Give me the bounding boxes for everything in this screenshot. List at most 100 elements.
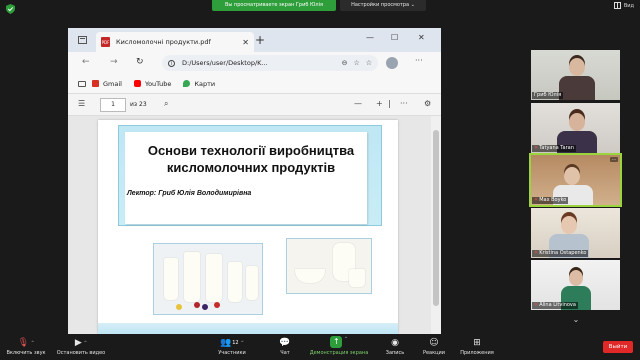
- minimize-icon[interactable]: —: [366, 33, 374, 42]
- tile-options-icon[interactable]: ···: [610, 157, 618, 162]
- leave-meeting-button[interactable]: Выйти: [603, 341, 633, 353]
- info-icon[interactable]: i: [168, 59, 175, 67]
- participant-tile[interactable]: ✕Alina Litvinova: [531, 260, 620, 310]
- profile-avatar[interactable]: [386, 57, 398, 69]
- zoom-out-icon[interactable]: —: [354, 99, 362, 108]
- address-bar-row: ← → ↻ i D:/Users/user/Desktop/K... ⊖ ☆ ☆…: [68, 52, 441, 74]
- youtube-icon: [133, 80, 141, 87]
- microphone-muted-icon: ✕: [534, 197, 539, 203]
- shared-screen: PDF Кисломолочні продукти.pdf ✕ + — ☐ ✕ …: [68, 28, 441, 334]
- view-options-label: Настройки просмотра: [351, 2, 410, 8]
- microphone-muted-icon: ✕: [534, 302, 539, 308]
- cup-shape: [349, 269, 365, 287]
- berry-shape: [194, 302, 200, 308]
- reactions-icon: ☺: [429, 338, 439, 348]
- bottle-shape: [246, 266, 258, 300]
- caret-up-icon[interactable]: ^: [241, 340, 244, 345]
- participant-name: ✕Tatyana Taran: [532, 145, 576, 152]
- microphone-muted-icon: 🎙 ^: [17, 338, 35, 348]
- berry-shape: [202, 304, 208, 310]
- berry-shape: [176, 304, 182, 310]
- more-options-icon[interactable]: ···: [415, 56, 423, 65]
- chevron-down-icon[interactable]: ⌄: [569, 313, 583, 327]
- share-screen-label: Демонстрация экрана: [309, 350, 369, 356]
- chat-button[interactable]: 💬 Чат: [273, 336, 297, 356]
- favorite-star-icon[interactable]: ☆: [353, 59, 359, 67]
- stop-video-button[interactable]: ▶ ^ Остановить видео: [52, 336, 110, 356]
- forward-icon[interactable]: →: [110, 57, 118, 67]
- share-screen-icon: ↑: [330, 336, 343, 348]
- gmail-icon: [92, 80, 99, 87]
- participant-tile[interactable]: ✕Tatyana Taran: [531, 103, 620, 153]
- maximize-icon[interactable]: ☐: [391, 33, 398, 42]
- pdf-scrollbar[interactable]: [431, 116, 441, 334]
- bottle-shape: [228, 262, 242, 302]
- record-label: Запись: [385, 350, 405, 356]
- pdf-viewer: Основи технології виробництва кисломолоч…: [68, 116, 441, 334]
- berry-shape: [214, 302, 220, 308]
- favorites-bar-icon: [78, 80, 86, 87]
- view-mode-button[interactable]: Вид: [613, 2, 634, 9]
- page-number-input[interactable]: 1: [100, 98, 126, 112]
- pdf-search-icon[interactable]: ⌕: [164, 99, 168, 109]
- participant-name: Гриб Юлія: [532, 92, 564, 99]
- participant-tile[interactable]: Гриб Юлія: [531, 50, 620, 100]
- video-camera-icon: ▶ ^: [74, 338, 88, 348]
- stop-video-label: Остановить видео: [56, 350, 106, 356]
- pdf-file-icon: PDF: [101, 37, 110, 47]
- zoom-in-icon[interactable]: +: [376, 99, 383, 108]
- slide-lector: Лектор: Гриб Юлія Володимирівна: [127, 190, 252, 197]
- view-mode-label: Вид: [623, 2, 634, 9]
- favorite-youtube[interactable]: YouTube: [133, 80, 171, 88]
- apps-button[interactable]: ⊞ Приложения: [456, 336, 498, 356]
- participants-button[interactable]: 👥12 ^ Участники: [214, 336, 250, 356]
- participant-tile[interactable]: ✕Kristina Ostapenko: [531, 208, 620, 258]
- caret-up-icon[interactable]: ^: [344, 336, 347, 341]
- share-screen-button[interactable]: ↑ ^ Демонстрация экрана: [304, 336, 374, 356]
- record-button[interactable]: ◉ Запись: [381, 336, 409, 356]
- participant-body: [559, 76, 595, 100]
- caret-up-icon[interactable]: ^: [84, 340, 87, 345]
- unmute-button[interactable]: 🎙 ^ Включить звук: [4, 336, 48, 356]
- slide-title-box: Основи технології виробництва кисломолоч…: [118, 125, 382, 226]
- participants-icon: 👥12 ^: [220, 338, 244, 348]
- zoom-window: Вы просматриваете экран Гриб Юлія Настро…: [0, 0, 640, 360]
- pdf-page: Основи технології виробництва кисломолоч…: [98, 120, 398, 334]
- participant-name: ✕Alina Litvinova: [532, 302, 578, 309]
- bottle-shape: [184, 252, 200, 302]
- reactions-button[interactable]: ☺ Реакции: [418, 336, 450, 356]
- chat-icon: 💬: [279, 338, 291, 348]
- favorite-gmail[interactable]: Gmail: [78, 80, 122, 88]
- view-options-dropdown[interactable]: Настройки просмотра ⌄: [340, 0, 426, 11]
- pdf-settings-gear-icon[interactable]: ⚙: [424, 99, 431, 108]
- favorite-label: Карти: [194, 79, 216, 88]
- back-icon[interactable]: ←: [82, 57, 90, 67]
- participant-name-text: Tatyana Taran: [539, 145, 574, 151]
- close-window-icon[interactable]: ✕: [418, 33, 425, 42]
- new-tab-icon[interactable]: +: [255, 33, 265, 47]
- unmute-label: Включить звук: [6, 350, 46, 356]
- browser-tab[interactable]: PDF Кисломолочні продукти.pdf ✕: [96, 32, 254, 52]
- tab-title: Кисломолочні продукти.pdf: [116, 38, 211, 46]
- favorite-maps[interactable]: Карти: [183, 80, 215, 88]
- address-bar[interactable]: i D:/Users/user/Desktop/K... ⊖ ☆ ☆: [162, 55, 378, 71]
- favorites-collection-icon[interactable]: ☆: [366, 59, 372, 67]
- participant-tile-active-speaker[interactable]: ··· ✕Max Boyko: [529, 153, 622, 207]
- chat-label: Чат: [280, 350, 290, 356]
- pdf-more-icon[interactable]: ···: [400, 99, 408, 108]
- scrollbar-thumb[interactable]: [433, 130, 439, 306]
- table-of-contents-icon[interactable]: ☰: [78, 99, 85, 108]
- caret-up-icon[interactable]: ^: [31, 340, 34, 345]
- participant-face: [569, 58, 585, 76]
- tab-actions-icon[interactable]: [78, 36, 87, 44]
- next-page-preview: [98, 323, 398, 334]
- zoom-search-icon[interactable]: ⊖: [342, 59, 348, 67]
- refresh-icon[interactable]: ↻: [136, 57, 144, 67]
- security-shield-icon[interactable]: [6, 4, 15, 14]
- participant-name-text: Max Boyko: [539, 197, 567, 203]
- microphone-muted-icon: ✕: [534, 250, 539, 256]
- slide-title: Основи технології виробництва кисломолоч…: [147, 143, 355, 175]
- participant-face: [569, 113, 585, 131]
- close-tab-icon[interactable]: ✕: [242, 38, 249, 47]
- participant-name-text: Kristina Ostapenko: [539, 250, 587, 256]
